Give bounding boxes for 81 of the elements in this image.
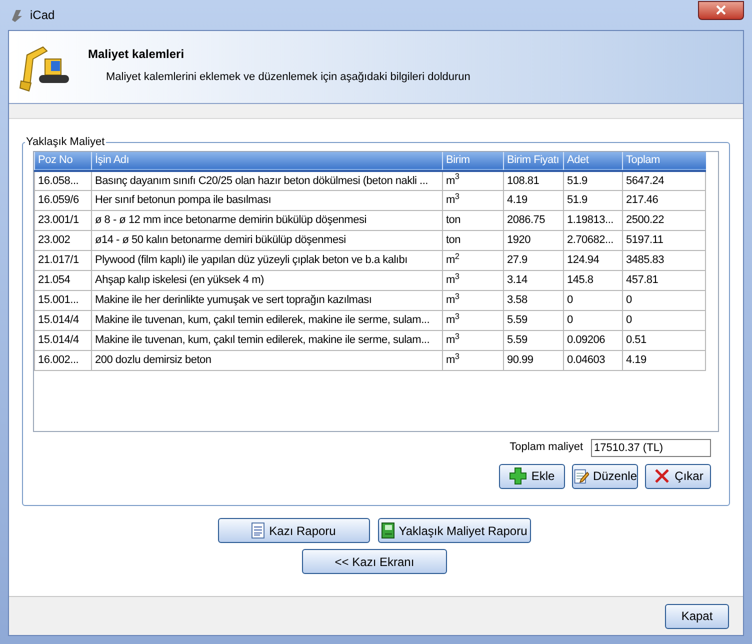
table-cell: 108.81	[504, 170, 564, 190]
table-cell: m$^{3}$	[442, 170, 504, 190]
table-cell: 0.09206	[564, 330, 622, 350]
table-cell: 5.59	[504, 330, 564, 350]
table-cell: 2.70682...	[564, 230, 622, 250]
table-cell: m$^{2}$	[442, 250, 504, 270]
report-button[interactable]: Kazı Raporu	[218, 518, 370, 543]
table-cell: 16.058...	[34, 170, 92, 190]
table-cell: 27.9	[504, 250, 564, 270]
close-icon	[652, 467, 671, 485]
table-cell: 124.94	[564, 250, 622, 270]
table-cell: Ahşap kalıp iskelesi (en yüksek 4 m)	[92, 270, 442, 290]
table-cell: Her sınıf betonun pompa ile basılması	[92, 190, 442, 210]
table-cell: 51.9	[564, 190, 622, 210]
table-cell: 15.001...	[34, 290, 92, 310]
table-cell: 23.001/1	[34, 210, 92, 230]
table-cell: 1920	[504, 230, 564, 250]
table-cell: 4.19	[504, 190, 564, 210]
table-cell: Basınç dayanım sınıfı C20/25 olan hazır beton dökülmesi (beton nakli ...	[92, 170, 442, 190]
close-button[interactable]	[698, 0, 744, 20]
table-cell: 3.58	[504, 290, 564, 310]
table-cell: ton	[442, 230, 504, 250]
total-field[interactable]: 17510.37 (TL)	[591, 438, 711, 456]
table-cell: m$^{3}$	[442, 290, 504, 310]
header-title: Maliyet kalemleri	[88, 46, 186, 63]
table-cell: m$^{3}$	[442, 350, 504, 370]
table-cell: 0	[622, 310, 706, 330]
table-cell: 0.51	[622, 330, 706, 350]
app-icon	[10, 8, 24, 22]
table-cell: Makine ile tuvenan, kum, çakıl temin edilerek, makine ile serme, sulam...	[92, 310, 442, 330]
table-cell: 0	[564, 310, 622, 330]
table-cell: 0	[622, 290, 706, 310]
table-cell: 16.002...	[34, 350, 92, 370]
table-cell: 3485.83	[622, 250, 706, 270]
table-cell: 1.19813...	[564, 210, 622, 230]
table-cell: 5.59	[504, 310, 564, 330]
total-label: Toplam maliyet	[510, 440, 583, 456]
close-icon	[716, 5, 726, 15]
table-cell: 16.059/6	[34, 190, 92, 210]
table-cell: 23.002	[34, 230, 92, 250]
table-cell: 3.14	[504, 270, 564, 290]
table-cell: Makine ile tuvenan, kum, çakıl temin edilerek, makine ile serme, sulam...	[92, 330, 442, 350]
window-title: iCad	[30, 7, 55, 24]
table-cell: 90.99	[504, 350, 564, 370]
table-cell: ø14 - ø 50 kalın betonarme demiri bükülüp döşenmesi	[92, 230, 442, 250]
table-cell: 0	[564, 290, 622, 310]
table-cell: 21.017/1	[34, 250, 92, 270]
table-cell: 457.81	[622, 270, 706, 290]
table-cell: Makine ile her derinlikte yumuşak ve sert toprağın kazılması	[92, 290, 442, 310]
table-cell: 51.9	[564, 170, 622, 190]
table-cell: 4.19	[622, 350, 706, 370]
plus-icon	[509, 467, 528, 485]
table-cell: ø 8 - ø 12 mm ince betonarme demirin bükülüp döşenmesi	[92, 210, 442, 230]
table-cell: m$^{3}$	[442, 270, 504, 290]
table-cell: 200 dozlu demirsiz beton	[92, 350, 442, 370]
remove-button[interactable]: Çıkar	[645, 464, 711, 488]
table-cell: 2500.22	[622, 210, 706, 230]
table-cell: ton	[442, 210, 504, 230]
table-cell: 5197.11	[622, 230, 706, 250]
document-icon	[251, 522, 266, 539]
table-cell: m$^{3}$	[442, 190, 504, 210]
table-cell: m$^{3}$	[442, 330, 504, 350]
table-cell: 5647.24	[622, 170, 706, 190]
table-cell: 0.04603	[564, 350, 622, 370]
group-title: Yaklaşık Maliyet	[25, 135, 106, 150]
table-cell: 217.46	[622, 190, 706, 210]
table-cell: 15.014/4	[34, 310, 92, 330]
table-cell: 21.054	[34, 270, 92, 290]
book-icon	[380, 522, 395, 539]
table-cell: 15.014/4	[34, 330, 92, 350]
back-button[interactable]: << Kazı Ekranı	[302, 549, 447, 574]
add-button[interactable]: Ekle	[499, 464, 565, 488]
table-cell: 2086.75	[504, 210, 564, 230]
table-cell: Plywood (film kaplı) ile yapılan düz yüzeyli çıplak beton ve b.a kalıbı	[92, 250, 442, 270]
close-dialog-button[interactable]: Kapat	[665, 604, 729, 628]
table-cell: 145.8	[564, 270, 622, 290]
notepad-pencil-icon	[573, 467, 589, 485]
header-subtitle: Maliyet kalemlerini eklemek ve düzenlemek için aşağıdaki bilgileri doldurun	[106, 70, 470, 85]
table-cell: m$^{3}$	[442, 310, 504, 330]
report-button[interactable]: Yaklaşık Maliyet Raporu	[378, 518, 530, 543]
edit-button[interactable]: Düzenle	[572, 464, 638, 488]
